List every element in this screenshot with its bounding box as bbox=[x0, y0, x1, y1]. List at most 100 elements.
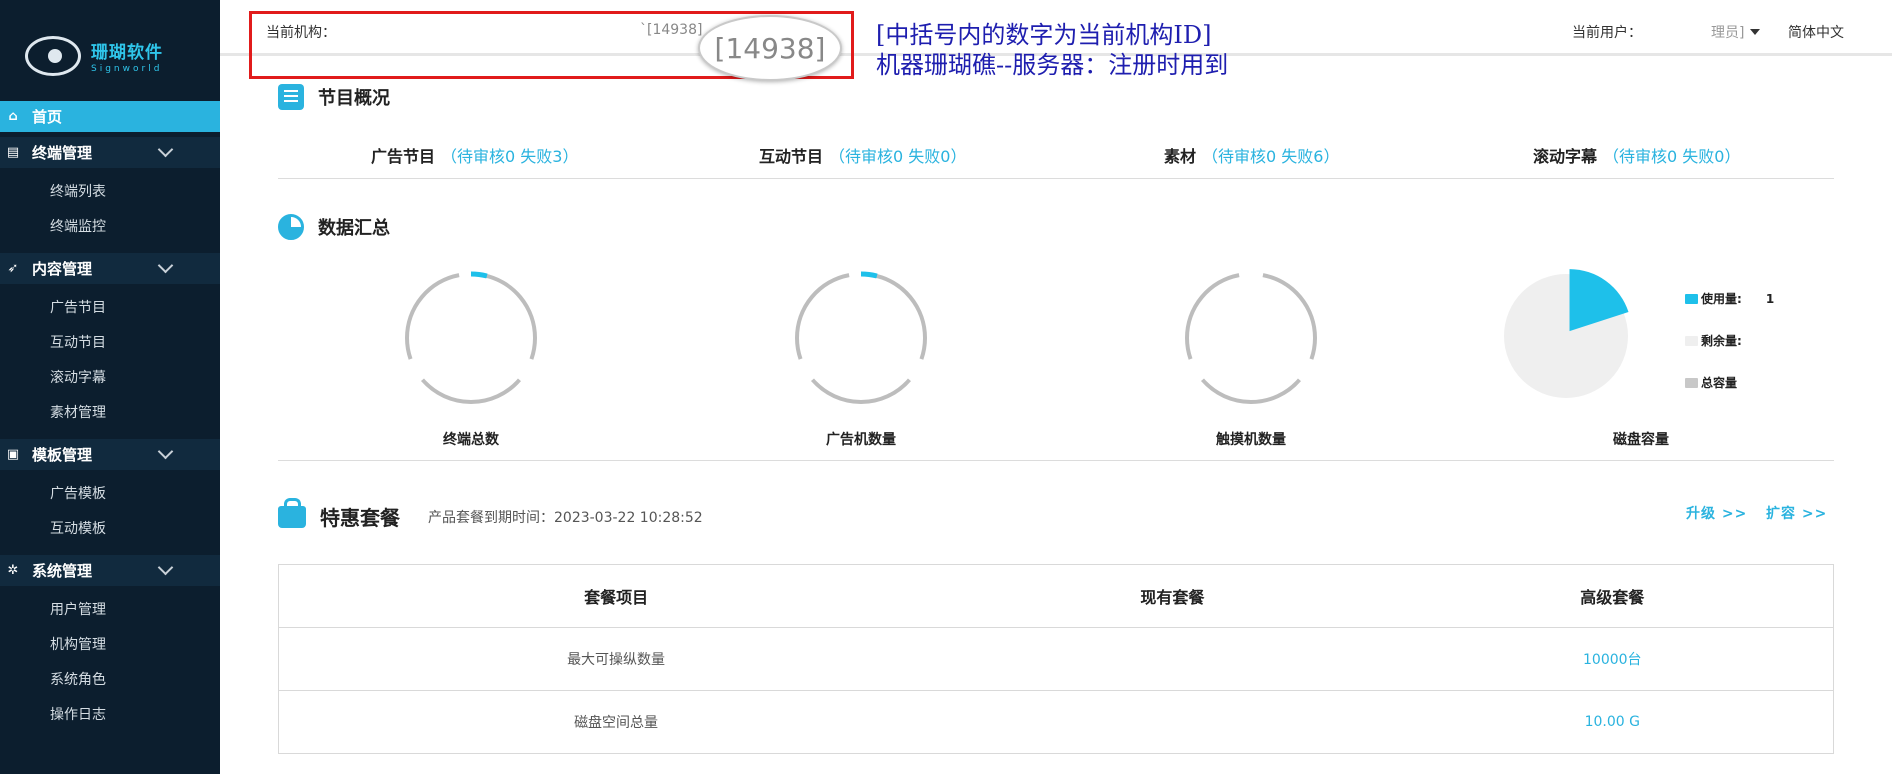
chevron-down-icon bbox=[157, 443, 174, 460]
overview-item-label: 素材 bbox=[1164, 147, 1197, 166]
table-cell-item: 磁盘空间总量 bbox=[278, 690, 954, 754]
legend-remaining: 剩余量: bbox=[1685, 332, 1742, 349]
table-cell-current bbox=[953, 690, 1392, 754]
legend-label: 总容量 bbox=[1701, 376, 1738, 390]
legend-label: 剩余量: bbox=[1701, 334, 1742, 348]
nav-home-label: 首页 bbox=[32, 108, 63, 126]
overview-item-stat: （待审核0 失败0） bbox=[1603, 147, 1741, 166]
nav-group-content[interactable]: ➶ 内容管理 bbox=[0, 253, 220, 284]
shopping-bag-icon bbox=[278, 497, 306, 528]
annotation-line-1: [中括号内的数字为当前机构ID] bbox=[876, 21, 1212, 49]
caret-down-icon[interactable] bbox=[1750, 29, 1760, 35]
gear-icon: ✲ bbox=[7, 563, 19, 578]
nav-group-label: 内容管理 bbox=[32, 260, 93, 278]
table-cell-advanced: 10.00 G bbox=[1391, 690, 1834, 754]
current-user-menu[interactable]: 理员] bbox=[1711, 22, 1744, 42]
sidebar-item-interactive-program[interactable]: 互动节目 bbox=[0, 326, 220, 361]
column-header: 现有套餐 bbox=[953, 564, 1392, 628]
sidebar-item-material[interactable]: 素材管理 bbox=[0, 396, 220, 431]
overview-item-interactive[interactable]: 互动节目 （待审核0 失败0） bbox=[759, 143, 966, 167]
disk-pie-chart bbox=[1504, 269, 1629, 398]
overview-item-subtitle[interactable]: 滚动字幕 （待审核0 失败0） bbox=[1533, 143, 1740, 167]
table-cell-current bbox=[953, 627, 1392, 691]
legend-swatch bbox=[1685, 377, 1698, 388]
annotation-note: [中括号内的数字为当前机构ID] 机器珊瑚礁--服务器：注册时用到 bbox=[876, 20, 1228, 80]
nav-group-label: 系统管理 bbox=[32, 562, 93, 580]
divider bbox=[278, 460, 1834, 461]
summary-title: 数据汇总 bbox=[318, 218, 390, 239]
sidebar-item-terminal-monitor[interactable]: 终端监控 bbox=[0, 210, 220, 245]
package-title: 特惠套餐 bbox=[320, 506, 400, 530]
gauge-ad-machine bbox=[795, 271, 927, 404]
logo: 珊瑚软件 Signworld bbox=[25, 36, 163, 76]
sidebar-item-ad-program[interactable]: 广告节目 bbox=[0, 291, 220, 326]
terminal-icon: ▤ bbox=[6, 145, 20, 160]
gauge-label-touch-machine: 触摸机数量 bbox=[1216, 432, 1286, 448]
summary-section-title: 数据汇总 bbox=[278, 214, 390, 240]
gauge-terminal-total bbox=[405, 271, 537, 404]
nav-group-system[interactable]: ✲ 系统管理 bbox=[0, 555, 220, 586]
nav-home[interactable]: ⌂ 首页 bbox=[0, 101, 220, 132]
table-cell-advanced: 10000台 bbox=[1391, 627, 1834, 691]
overview-item-stat: （待审核0 失败0） bbox=[829, 147, 967, 166]
chevron-down-icon bbox=[157, 257, 174, 274]
language-switch[interactable]: 简体中文 bbox=[1788, 22, 1844, 42]
gauge-label-disk: 磁盘容量 bbox=[1613, 432, 1669, 448]
sidebar-item-interactive-template[interactable]: 互动模板 bbox=[0, 512, 220, 547]
legend-swatch bbox=[1685, 335, 1698, 346]
expand-link[interactable]: 扩容 >> bbox=[1766, 503, 1827, 523]
annotation-zoom-oval: [14938] bbox=[698, 15, 842, 81]
package-expire-value: 2023-03-22 10:28:52 bbox=[554, 510, 703, 526]
table-row: 最大可操纵数量 10000台 bbox=[278, 627, 1834, 691]
sidebar-item-org-management[interactable]: 机构管理 bbox=[0, 628, 220, 663]
overview-item-stat: （待审核0 失败3） bbox=[441, 147, 579, 166]
legend-used: 使用量: 1 bbox=[1685, 290, 1774, 307]
nav-group-terminal[interactable]: ▤ 终端管理 bbox=[0, 137, 220, 168]
overview-title: 节目概况 bbox=[318, 88, 390, 109]
chevron-down-icon bbox=[157, 141, 174, 158]
sidebar-item-operation-log[interactable]: 操作日志 bbox=[0, 698, 220, 733]
overview-section-title: 节目概况 bbox=[278, 84, 390, 110]
home-icon: ⌂ bbox=[8, 109, 18, 124]
logo-cloud-icon bbox=[25, 36, 81, 76]
package-expire: 产品套餐到期时间：2023-03-22 10:28:52 bbox=[428, 507, 703, 527]
legend-label: 使用量: bbox=[1701, 292, 1742, 306]
sidebar-item-user-management[interactable]: 用户管理 bbox=[0, 593, 220, 628]
divider bbox=[278, 178, 1834, 179]
annotation-line-2: 机器珊瑚礁--服务器：注册时用到 bbox=[876, 51, 1229, 79]
current-user-label: 当前用户： bbox=[1572, 25, 1642, 41]
template-icon: ▣ bbox=[6, 447, 20, 462]
overview-item-label: 互动节目 bbox=[759, 147, 824, 166]
table-header-row: 套餐项目 现有套餐 高级套餐 bbox=[278, 564, 1834, 628]
sidebar-item-scroll-subtitle[interactable]: 滚动字幕 bbox=[0, 361, 220, 396]
logo-name-en: Signworld bbox=[91, 64, 163, 74]
send-icon: ➶ bbox=[7, 261, 19, 276]
overview-item-label: 滚动字幕 bbox=[1533, 147, 1598, 166]
column-header: 套餐项目 bbox=[278, 564, 954, 628]
nav-group-label: 终端管理 bbox=[32, 144, 93, 162]
column-header: 高级套餐 bbox=[1391, 564, 1834, 628]
gauge-label-terminal-total: 终端总数 bbox=[443, 432, 499, 448]
package-section-title: 特惠套餐 bbox=[278, 497, 400, 531]
legend-total: 总容量 bbox=[1685, 374, 1737, 391]
sidebar-item-system-role[interactable]: 系统角色 bbox=[0, 663, 220, 698]
overview-item-material[interactable]: 素材 （待审核0 失败6） bbox=[1164, 143, 1339, 167]
legend-swatch bbox=[1685, 293, 1698, 304]
sidebar-item-ad-template[interactable]: 广告模板 bbox=[0, 477, 220, 512]
chevron-down-icon bbox=[157, 559, 174, 576]
nav-group-template[interactable]: ▣ 模板管理 bbox=[0, 439, 220, 470]
nav-group-label: 模板管理 bbox=[32, 446, 93, 464]
pie-icon bbox=[278, 214, 304, 240]
table-cell-item: 最大可操纵数量 bbox=[278, 627, 954, 691]
package-table: 套餐项目 现有套餐 高级套餐 最大可操纵数量 10000台 磁盘空间总量 10.… bbox=[278, 564, 1834, 754]
sidebar-item-terminal-list[interactable]: 终端列表 bbox=[0, 175, 220, 210]
legend-value: 1 bbox=[1765, 291, 1775, 306]
list-icon bbox=[278, 84, 304, 110]
logo-name-cn: 珊瑚软件 bbox=[91, 43, 163, 63]
upgrade-link[interactable]: 升级 >> bbox=[1686, 503, 1747, 523]
overview-item-ad[interactable]: 广告节目 （待审核0 失败3） bbox=[371, 143, 578, 167]
table-row: 磁盘空间总量 10.00 G bbox=[278, 690, 1834, 754]
package-expire-label: 产品套餐到期时间： bbox=[428, 510, 554, 526]
overview-item-label: 广告节目 bbox=[371, 147, 436, 166]
sidebar: 珊瑚软件 Signworld ⌂ 首页 ▤ 终端管理 终端列表 终端监控 ➶ 内… bbox=[0, 0, 220, 774]
